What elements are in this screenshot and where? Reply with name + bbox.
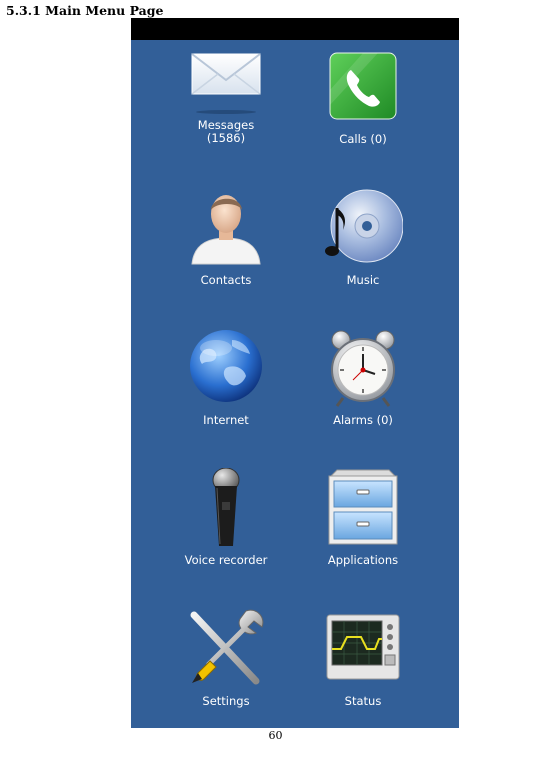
page-number: 60 [268,729,283,742]
globe-icon [186,328,266,408]
menu-item-label: Calls (0) [339,132,387,146]
menu-item-label: Status [344,694,382,708]
menu-item-label: Applications [327,553,399,567]
menu-item-label: Internet [203,413,249,427]
tools-icon [186,609,266,689]
person-icon [186,188,266,268]
menu-item-label: Settings [202,694,250,708]
menu-item-voice-recorder[interactable]: Voice recorder [151,467,301,596]
menu-item-label: Voice recorder [184,553,268,567]
microphone-icon [186,467,266,548]
menu-item-status[interactable]: Status [288,609,438,737]
menu-item-calls[interactable]: Calls (0) [288,50,438,178]
menu-item-messages[interactable]: Messages (1586) [151,50,301,178]
monitor-icon [323,609,403,689]
menu-item-contacts[interactable]: Contacts [151,188,301,316]
menu-item-alarms[interactable]: Alarms (0) [288,328,438,456]
alarm-clock-icon [323,328,403,408]
music-cd-icon [323,188,404,268]
menu-item-applications[interactable]: Applications [288,468,438,596]
menu-item-music[interactable]: Music [288,188,438,316]
status-bar [131,18,459,40]
menu-item-label: Music [346,273,380,287]
menu-item-label: Contacts [200,273,252,287]
menu-item-internet[interactable]: Internet [151,328,301,456]
menu-item-settings[interactable]: Settings [151,609,301,737]
menu-item-label: Alarms (0) [333,413,393,427]
cabinet-icon [323,468,403,548]
phone-screen: Messages (1586) Calls (0) Contacts Music… [131,18,459,728]
section-heading: 5.3.1 Main Menu Page [6,3,164,18]
menu-item-label: Messages (1586) [197,118,255,145]
phone-icon [323,50,403,130]
